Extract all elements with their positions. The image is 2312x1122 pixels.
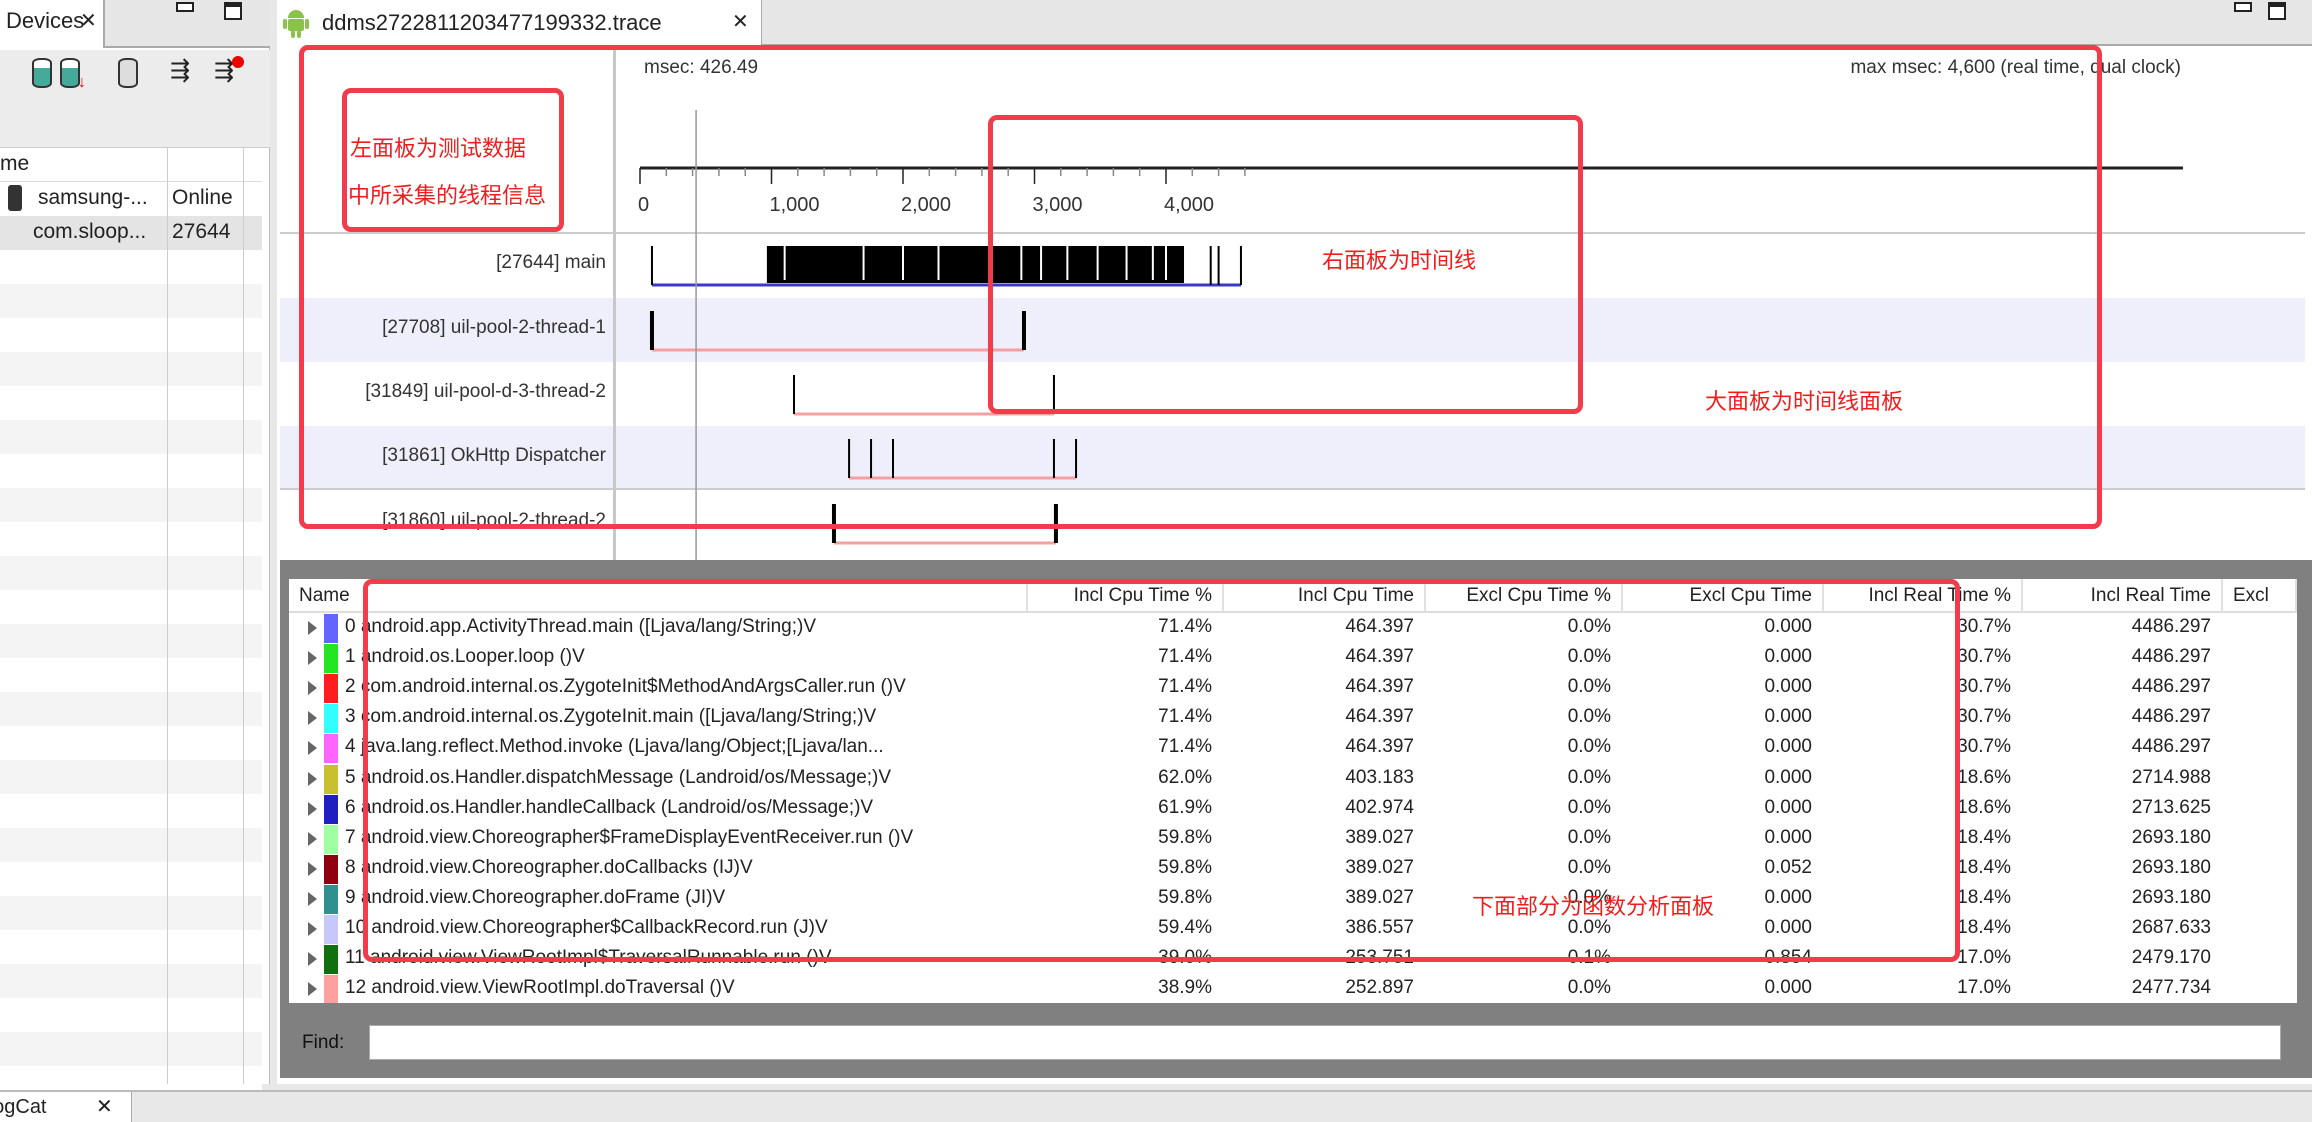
empty-row [0,726,262,760]
annotation-left-line1: 左面板为测试数据 [350,136,527,161]
empty-row [0,590,262,624]
method-name: 12 android.view.ViewRootImpl.doTraversal… [345,977,735,999]
empty-row [0,794,262,828]
method-color-swatch [324,764,338,794]
table-cell: 2693.180 [2131,886,2211,908]
empty-row [0,624,262,658]
empty-row [0,998,262,1032]
method-color-swatch [324,824,338,854]
logcat-tab-label: LogCat [0,1096,47,1118]
bottom-tabbar [0,1090,2312,1122]
method-color-swatch [324,945,338,975]
table-cell: 2479.170 [2131,947,2211,969]
expand-arrow-icon[interactable] [308,801,317,816]
table-cell: 2687.633 [2131,917,2211,938]
expand-arrow-icon[interactable] [308,771,317,786]
expand-arrow-icon[interactable] [308,891,317,906]
method-color-swatch [324,734,338,764]
expand-arrow-icon[interactable] [308,831,317,846]
method-color-swatch [324,674,338,704]
method-color-swatch [324,644,338,674]
empty-row [0,930,262,964]
empty-row [0,760,262,794]
method-color-swatch [324,614,338,643]
expand-arrow-icon[interactable] [308,922,317,936]
table-cell: 4486.297 [2131,706,2211,728]
table-cell: 4486.297 [2131,736,2211,758]
empty-row [0,828,262,862]
find-label: Find: [302,1032,345,1053]
column-header-excl[interactable]: Excl [2223,579,2297,613]
expand-arrow-icon[interactable] [308,952,317,967]
table-cell: 2693.180 [2131,856,2211,878]
empty-row [0,692,262,726]
expand-arrow-icon[interactable] [308,681,317,696]
column-header-incl-real-time[interactable]: Incl Real Time [2023,579,2223,613]
annotation-bottom-panel-box [363,579,1960,962]
empty-row [0,896,262,930]
table-cell: 252.897 [1345,977,1414,999]
expand-arrow-icon[interactable] [308,982,317,997]
annotation-big-panel: 大面板为时间线面板 [1705,389,1904,414]
table-cell: 2693.180 [2131,826,2211,848]
expand-arrow-icon[interactable] [308,711,317,726]
table-cell: 4486.297 [2131,676,2211,698]
annotation-right-panel-box [988,115,1583,414]
table-cell: 2477.734 [2131,977,2211,999]
table-cell: 17.0% [1957,977,2011,999]
empty-row [0,964,262,998]
method-color-swatch [324,884,338,914]
empty-row [0,1032,262,1066]
table-cell: 4486.297 [2131,616,2211,637]
logcat-tab[interactable]: LogCat ✕ [0,1092,132,1122]
empty-row [0,658,262,692]
table-cell: 2714.988 [2131,766,2211,788]
table-cell: 38.9% [1158,977,1212,999]
expand-arrow-icon[interactable] [308,741,317,756]
method-color-swatch [324,794,338,824]
expand-arrow-icon[interactable] [308,861,317,876]
method-color-swatch [324,854,338,884]
method-color-swatch [324,704,338,734]
annotation-right-panel: 右面板为时间线 [1322,248,1477,273]
table-cell: 0.0% [1567,977,1611,999]
expand-arrow-icon[interactable] [308,651,317,666]
empty-row [0,556,262,590]
table-cell: 0.000 [1764,977,1812,999]
method-color-swatch [324,975,338,1003]
close-icon[interactable]: ✕ [96,1094,113,1119]
table-cell: 2713.625 [2131,796,2211,818]
find-input[interactable] [369,1025,2281,1060]
empty-row [0,862,262,896]
annotation-left-line2: 中所采集的线程信息 [348,183,547,208]
table-cell: 4486.297 [2131,646,2211,668]
expand-arrow-icon[interactable] [308,621,317,635]
method-color-swatch [324,915,338,944]
annotation-bottom-panel: 下面部分为函数分析面板 [1472,894,1715,919]
table-row[interactable]: 12 android.view.ViewRootImpl.doTraversal… [289,974,2297,1003]
